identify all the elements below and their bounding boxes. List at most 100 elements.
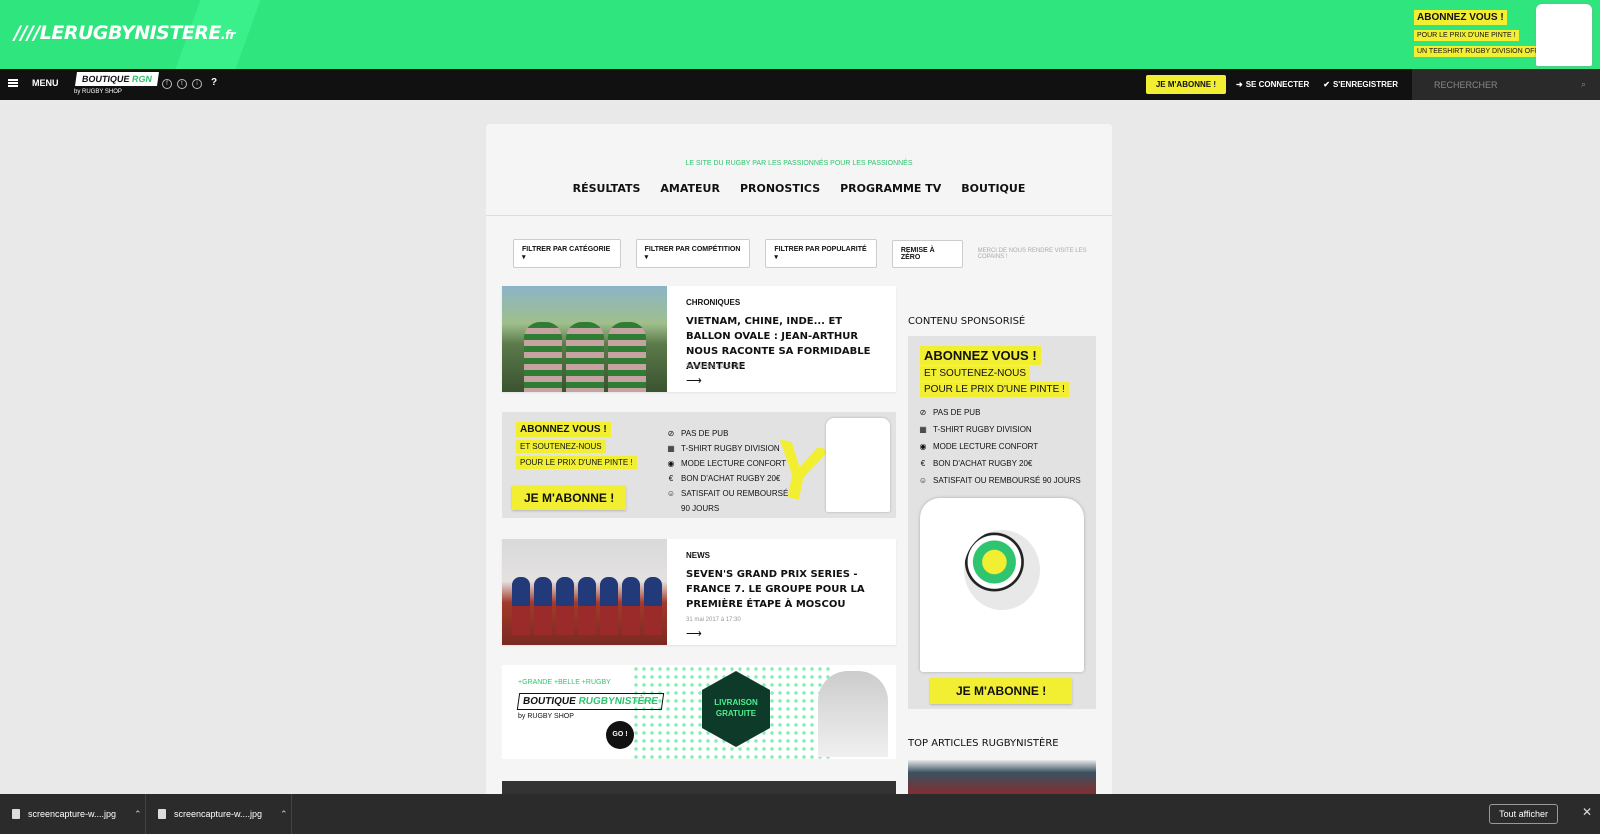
article-category[interactable]: NEWS: [686, 551, 710, 560]
reset-filters-button[interactable]: REMISE À ZÉRO: [891, 239, 963, 268]
login-icon: ➜: [1236, 80, 1243, 89]
login-link[interactable]: ➜ SE CONNECTER: [1236, 80, 1309, 89]
feature-text: SATISFAIT OU REMBOURSÉ 90 JOURS: [933, 476, 1081, 485]
nav-amateur[interactable]: AMATEUR: [660, 182, 720, 195]
menu-label: MENU: [32, 78, 59, 88]
smile-icon: ☺: [666, 489, 676, 498]
player-figure: [608, 322, 646, 392]
no-ads-icon: ⊘: [919, 408, 927, 417]
euro-icon: €: [920, 459, 926, 468]
download-item[interactable]: screencapture-w....jpg ⌃: [0, 794, 146, 834]
article-title[interactable]: SEVEN'S GRAND PRIX SERIES - FRANCE 7. LE…: [686, 567, 886, 612]
main-nav: RÉSULTATS AMATEUR PRONOSTICS PROGRAMME T…: [486, 182, 1112, 195]
article-card[interactable]: NEWS SEVEN'S GRAND PRIX SERIES - FRANCE …: [502, 539, 896, 645]
search-input[interactable]: RECHERCHER ⌕: [1412, 69, 1600, 100]
promo-line-3: POUR LE PRIX D'UNE PINTE !: [920, 382, 1069, 397]
feature-item: € BON D'ACHAT RUGBY 20€: [918, 455, 1081, 472]
subscribe-cta-button[interactable]: JE M'ABONNE !: [512, 486, 627, 510]
feature-item: ▦ T-SHIRT RUGBY DIVISION: [918, 421, 1081, 438]
banner-title-main: BOUTIQUE: [522, 696, 577, 707]
nav-pronostics[interactable]: PRONOSTICS: [740, 182, 820, 195]
menu-button[interactable]: MENU: [8, 78, 59, 88]
download-filename: screencapture-w....jpg: [28, 809, 117, 819]
feature-text: T-SHIRT RUGBY DIVISION: [681, 444, 780, 453]
sponsored-title: CONTENU SPONSORISÉ: [908, 316, 1026, 327]
filter-popularity-label: FILTRER PAR POPULARITÉ: [774, 246, 867, 253]
top-banner: ////LERUGBYNISTERE.fr ABONNEZ VOUS ! POU…: [0, 0, 1600, 69]
register-link[interactable]: ✔ S'ENREGISTRER: [1323, 80, 1398, 89]
arrow-right-icon[interactable]: ⟶: [686, 627, 702, 640]
nav-programme-tv[interactable]: PROGRAMME TV: [840, 182, 941, 195]
player-figure: [534, 577, 552, 635]
subscribe-promo-inline[interactable]: Y ABONNEZ VOUS ! ET SOUTENEZ-NOUS POUR L…: [502, 412, 896, 518]
instagram-icon[interactable]: i: [192, 79, 202, 89]
nav-boutique[interactable]: BOUTIQUE: [961, 182, 1025, 195]
feature-text: SATISFAIT OU REMBOURSÉ 90 JOURS: [681, 489, 789, 513]
boutique-link[interactable]: BOUTIQUE RGN: [75, 72, 160, 86]
feature-item: € BON D'ACHAT RUGBY 20€: [666, 471, 799, 486]
site-logo[interactable]: ////LERUGBYNISTERE.fr: [14, 22, 236, 44]
euro-icon: €: [668, 474, 674, 483]
chevron-up-icon[interactable]: ⌃: [280, 809, 288, 820]
feature-text: BON D'ACHAT RUGBY 20€: [933, 459, 1033, 468]
header-subscribe-promo[interactable]: ABONNEZ VOUS ! POUR LE PRIX D'UNE PINTE …: [1412, 4, 1600, 69]
boutique-sub: by RUGBY SHOP: [74, 89, 122, 95]
player-figure: [600, 577, 618, 635]
top-article-thumbnail[interactable]: [908, 760, 1096, 796]
tshirt-image: [1536, 4, 1592, 66]
boutique-accent: RGN: [131, 74, 153, 84]
article-thumbnail[interactable]: [502, 286, 667, 392]
filter-popularity-dropdown[interactable]: FILTRER PAR POPULARITÉ ▾: [765, 239, 877, 268]
player-figure: [622, 577, 640, 635]
filter-bar: FILTRER PAR CATÉGORIE ▾ FILTRER PAR COMP…: [513, 239, 1112, 268]
check-icon: ✔: [1323, 80, 1330, 89]
article-card[interactable]: CHRONIQUES VIETNAM, CHINE, INDE... ET BA…: [502, 286, 896, 392]
register-label: S'ENREGISTRER: [1332, 80, 1398, 89]
feature-text: PAS DE PUB: [933, 408, 981, 417]
article-date: 31 mai 2017 à 19:00: [686, 364, 741, 370]
file-icon: [12, 809, 20, 819]
feature-item: ◉ MODE LECTURE CONFORT: [666, 456, 799, 471]
player-figure: [644, 577, 662, 635]
go-button[interactable]: GO !: [606, 721, 634, 749]
filter-category-dropdown[interactable]: FILTRER PAR CATÉGORIE ▾: [513, 239, 621, 268]
feature-item: ☺ SATISFAIT OU REMBOURSÉ 90 JOURS: [918, 472, 1081, 489]
search-icon[interactable]: ⌕: [1581, 79, 1586, 90]
banner-by: by RUGBY SHOP: [518, 713, 574, 720]
feature-item: ▦ T-SHIRT RUGBY DIVISION: [666, 441, 799, 456]
promo-line-2: POUR LE PRIX D'UNE PINTE !: [1414, 30, 1519, 41]
sidebar-subscribe-promo[interactable]: ABONNEZ VOUS ! ET SOUTENEZ-NOUS POUR LE …: [908, 336, 1096, 709]
subscribe-button[interactable]: JE M'ABONNE !: [1145, 75, 1226, 94]
show-all-button[interactable]: Tout afficher: [1489, 804, 1558, 824]
close-icon[interactable]: ✕: [1582, 805, 1592, 819]
smile-icon: ☺: [918, 476, 928, 485]
article-thumbnail[interactable]: [502, 539, 667, 645]
promo-line-1: ABONNEZ VOUS !: [1414, 10, 1507, 25]
arrow-right-icon[interactable]: ⟶: [686, 374, 702, 387]
twitter-icon[interactable]: t: [177, 79, 187, 89]
subscribe-cta-button[interactable]: JE M'ABONNE !: [930, 678, 1073, 704]
file-icon: [158, 809, 166, 819]
promo-line-2: ET SOUTENEZ-NOUS: [516, 440, 606, 453]
main-navbar: MENU BOUTIQUE RGN by RUGBY SHOP f t i ? …: [0, 69, 1600, 100]
feature-item: ⊘ PAS DE PUB: [666, 426, 799, 441]
site-header-card: LE SITE DU RUGBY PAR LES PASSIONNÉS POUR…: [486, 124, 1112, 215]
site-tagline: LE SITE DU RUGBY PAR LES PASSIONNÉS POUR…: [685, 160, 913, 167]
chevron-up-icon[interactable]: ⌃: [134, 809, 142, 820]
badge-line-2: GRATUITE: [715, 709, 757, 718]
download-item[interactable]: screencapture-w....jpg ⌃: [146, 794, 292, 834]
facebook-icon[interactable]: f: [162, 79, 172, 89]
player-figure: [578, 577, 596, 635]
article-category[interactable]: CHRONIQUES: [686, 298, 740, 307]
boutique-banner[interactable]: +GRANDE +BELLE +RUGBY BOUTIQUE RUGBYNIST…: [502, 665, 896, 759]
filter-competition-label: FILTRER PAR COMPÉTITION: [644, 246, 741, 253]
navbar-actions: JE M'ABONNE ! ➜ SE CONNECTER ✔ S'ENREGIS…: [1145, 69, 1600, 100]
filter-competition-dropdown[interactable]: FILTRER PAR COMPÉTITION ▾: [635, 239, 751, 268]
help-icon[interactable]: ?: [211, 78, 217, 89]
feature-item: ☺ SATISFAIT OU REMBOURSÉ 90 JOURS: [666, 486, 799, 516]
download-filename: screencapture-w....jpg: [174, 809, 263, 819]
tshirt-image: [920, 498, 1084, 672]
feature-item: ◉ MODE LECTURE CONFORT: [918, 438, 1081, 455]
boutique-label: BOUTIQUE: [81, 74, 131, 84]
nav-resultats[interactable]: RÉSULTATS: [573, 182, 641, 195]
